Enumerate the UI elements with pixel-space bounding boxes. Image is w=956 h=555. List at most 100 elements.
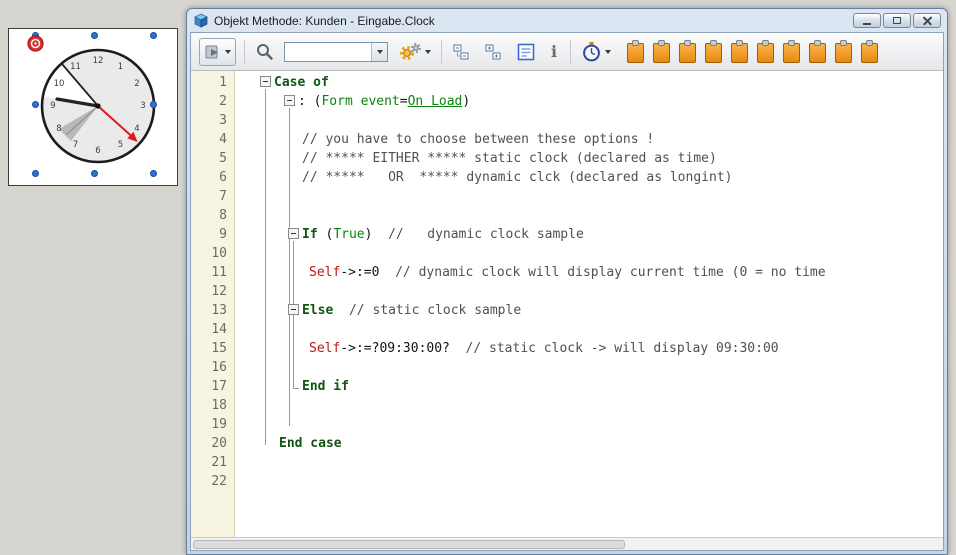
code-token: End if (302, 379, 349, 394)
search-button[interactable] (253, 40, 276, 63)
method-search-combobox[interactable] (284, 42, 388, 62)
line-number: 10 (191, 246, 234, 265)
macros-button[interactable] (514, 40, 538, 64)
horizontal-scrollbar[interactable] (191, 537, 943, 550)
code-line[interactable]: Case of (235, 75, 943, 94)
selection-handle-sw[interactable] (32, 170, 39, 177)
selection-handle-n[interactable] (91, 32, 98, 39)
clipboard-icon[interactable] (705, 43, 722, 63)
object-method-badge-icon[interactable] (27, 35, 44, 52)
horizontal-scrollbar-thumb[interactable] (193, 540, 625, 549)
code-token: Self (309, 265, 340, 280)
code-line[interactable] (235, 246, 943, 265)
code-area[interactable]: Case of: (Form event=On Load) // you have… (235, 71, 943, 537)
code-token: // static clock sample (333, 303, 521, 318)
combobox-arrow-icon (377, 50, 383, 54)
clipboard-icon[interactable] (627, 43, 644, 63)
clock-dropdown-arrow-icon[interactable] (605, 50, 611, 54)
code-token: // you have to choose between these opti… (302, 132, 654, 147)
clock-number: 6 (91, 146, 105, 156)
line-number: 6 (191, 170, 234, 189)
clock-number: 10 (52, 79, 66, 89)
code-token: // dynamic clock sample (372, 227, 583, 242)
selection-handle-se[interactable] (150, 170, 157, 177)
line-number: 7 (191, 189, 234, 208)
gutter-numbers: 12345678910111213141516171819202122 (191, 71, 235, 537)
code-line[interactable] (235, 360, 943, 379)
code-line[interactable] (235, 417, 943, 436)
clipboard-clip (658, 40, 665, 46)
collapse-all-button[interactable] (450, 41, 474, 63)
clipboard-clip (866, 40, 873, 46)
settings-dropdown-arrow-icon[interactable] (425, 50, 431, 54)
clipboard-clip (736, 40, 743, 46)
fold-toggle-icon[interactable] (288, 228, 299, 239)
code-line[interactable]: // you have to choose between these opti… (235, 132, 943, 151)
code-line[interactable]: // ***** OR ***** dynamic clck (declared… (235, 170, 943, 189)
toolbar-separator (570, 40, 571, 64)
clipboard-icon[interactable] (835, 43, 852, 63)
code-line[interactable]: End if (235, 379, 943, 398)
clipboard-icon[interactable] (731, 43, 748, 63)
titlebar[interactable]: Objekt Methode: Kunden - Eingabe.Clock (187, 9, 947, 32)
expand-all-button[interactable] (482, 41, 506, 63)
clock-number: 8 (52, 124, 66, 134)
minimize-button[interactable] (853, 13, 881, 28)
clipboard-icon[interactable] (653, 43, 670, 63)
code-line[interactable] (235, 284, 943, 303)
clipboard-icon[interactable] (783, 43, 800, 63)
code-line[interactable]: : (Form event=On Load) (235, 94, 943, 113)
code-line[interactable] (235, 322, 943, 341)
code-line[interactable]: End case (235, 436, 943, 455)
clock-number: 1 (114, 62, 128, 72)
clipboard-clip (814, 40, 821, 46)
fold-toggle-icon[interactable] (260, 76, 271, 87)
clipboard-icon[interactable] (861, 43, 878, 63)
clipboard-icon[interactable] (757, 43, 774, 63)
code-token: End case (279, 436, 342, 451)
line-number: 14 (191, 322, 234, 341)
clock-center-dot (95, 103, 100, 108)
code-token: ) (462, 94, 470, 109)
settings-button[interactable] (396, 40, 433, 64)
fold-toggle-icon[interactable] (288, 304, 299, 315)
selection-handle-s[interactable] (91, 170, 98, 177)
execute-method-button[interactable] (199, 38, 236, 66)
close-button[interactable] (913, 13, 941, 28)
info-button[interactable]: i (546, 40, 562, 63)
combobox-dropdown-button[interactable] (371, 43, 387, 61)
maximize-icon (893, 17, 901, 24)
clock-type-button[interactable] (579, 39, 613, 64)
code-line[interactable]: // ***** EITHER ***** static clock (decl… (235, 151, 943, 170)
selection-handle-e[interactable] (150, 101, 157, 108)
clipboard-clip (632, 40, 639, 46)
clock-form-object[interactable]: 121234567891011 (8, 28, 178, 186)
code-token: ->:=0 (340, 265, 379, 280)
code-line[interactable]: Self->:=0 // dynamic clock will display … (235, 265, 943, 284)
code-line[interactable]: Else // static clock sample (235, 303, 943, 322)
code-line[interactable] (235, 398, 943, 417)
code-line[interactable] (235, 474, 943, 493)
code-line[interactable] (235, 189, 943, 208)
code-line[interactable] (235, 113, 943, 132)
code-line[interactable] (235, 455, 943, 474)
code-line[interactable] (235, 208, 943, 227)
code-line[interactable]: If (True) // dynamic clock sample (235, 227, 943, 246)
code-token: // ***** OR ***** dynamic clck (declared… (302, 170, 732, 185)
clipboard-icon[interactable] (679, 43, 696, 63)
maximize-button[interactable] (883, 13, 911, 28)
clock-number: 7 (69, 140, 83, 150)
code-token: ->:=?09:30:00? (340, 341, 450, 356)
clipboard-clip (788, 40, 795, 46)
fold-toggle-icon[interactable] (284, 95, 295, 106)
clipboard-clip (710, 40, 717, 46)
code-editor[interactable]: 12345678910111213141516171819202122 Case… (191, 71, 943, 537)
code-line[interactable]: Self->:=?09:30:00? // static clock -> wi… (235, 341, 943, 360)
execute-dropdown-arrow-icon[interactable] (225, 50, 231, 54)
selection-handle-ne[interactable] (150, 32, 157, 39)
clipboard-icon[interactable] (809, 43, 826, 63)
selection-handle-w[interactable] (32, 101, 39, 108)
window-title: Objekt Methode: Kunden - Eingabe.Clock (214, 14, 435, 28)
clock-number: 9 (46, 101, 60, 111)
method-editor-window: Objekt Methode: Kunden - Eingabe.Clock (186, 8, 948, 555)
